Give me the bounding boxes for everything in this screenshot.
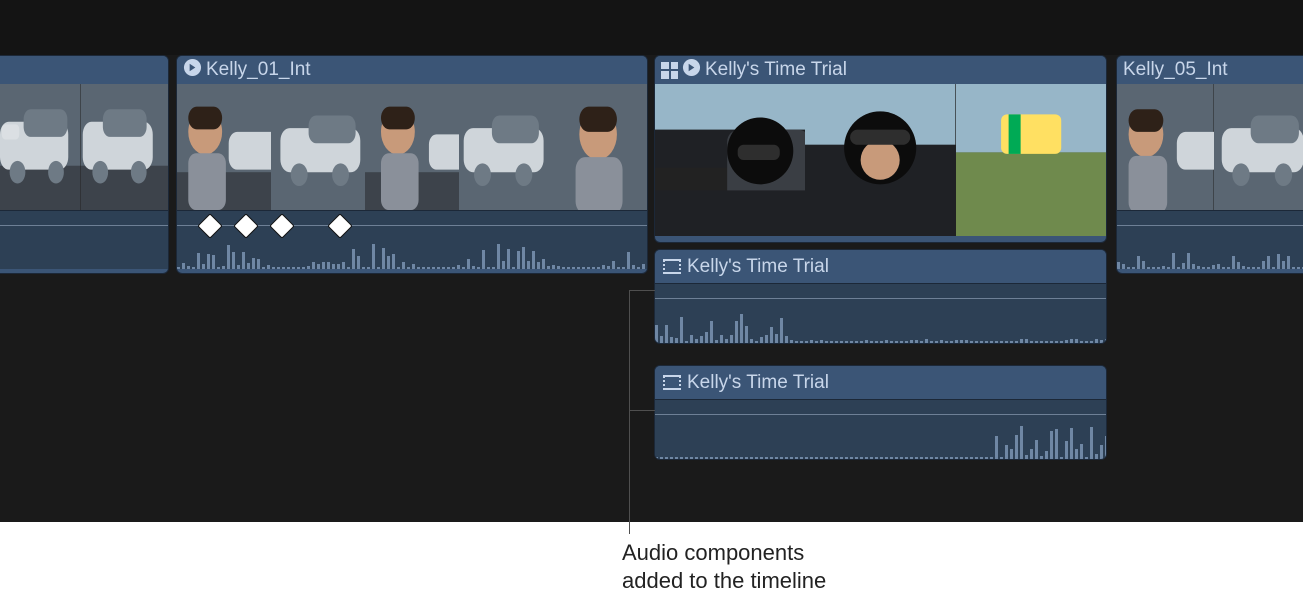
clip-thumbnails (177, 84, 647, 210)
timeline-clip[interactable]: Kelly_01_Int (176, 55, 648, 274)
thumbnail (271, 84, 365, 210)
audio-level-line[interactable] (1117, 225, 1303, 226)
audio-component-clip[interactable]: Kelly's Time Trial (654, 249, 1107, 344)
timeline-top-spacer (0, 0, 1303, 55)
clip-thumbnails (655, 84, 1106, 236)
clip-label: Kelly's Time Trial (687, 256, 829, 278)
audio-waveform (177, 233, 647, 269)
audio-level-line[interactable] (655, 298, 1106, 299)
clip-audio-lane[interactable] (655, 399, 1106, 459)
clip-header: Kelly's Time Trial (655, 56, 1106, 84)
filmstrip-icon (663, 259, 681, 274)
annotation-leader-line (629, 410, 655, 411)
thumbnail (81, 84, 169, 210)
annotation-leader-line (629, 290, 655, 291)
multicam-angle-icon (682, 58, 701, 83)
annotation-line: Audio components (622, 540, 804, 565)
clip-header: Kelly's Time Trial (655, 366, 1106, 399)
filmstrip-icon (663, 375, 681, 390)
thumbnail (1214, 84, 1303, 210)
annotation-text: Audio components added to the timeline (622, 539, 826, 594)
clip-audio-lane[interactable] (1117, 210, 1303, 269)
multicam-angle-icon (183, 58, 202, 83)
thumbnail (459, 84, 553, 210)
clip-header: Kelly_01_Int (177, 56, 647, 84)
multicam-icon (661, 62, 678, 79)
clip-thumbnails (1117, 84, 1303, 210)
annotation-leader-line (629, 290, 630, 534)
thumbnail (177, 84, 271, 210)
thumbnail (1117, 84, 1214, 210)
clip-header: Kelly's Time Trial (655, 250, 1106, 283)
clip-label: Kelly's Time Trial (687, 372, 829, 394)
thumbnail (805, 84, 955, 236)
clip-label: Kelly_01_Int (206, 59, 311, 81)
thumbnail (0, 84, 81, 210)
clip-thumbnails (0, 84, 168, 210)
thumbnail (956, 84, 1106, 236)
clip-audio-lane[interactable] (0, 210, 168, 269)
clip-label: Kelly's Time Trial (705, 59, 847, 81)
audio-waveform (655, 307, 1106, 343)
clip-header: Kelly_05_Int (1117, 56, 1303, 84)
timeline-clip[interactable] (0, 55, 169, 274)
thumbnail (365, 84, 459, 210)
annotation-line: added to the timeline (622, 568, 826, 593)
audio-level-line[interactable] (655, 414, 1106, 415)
clip-audio-lane[interactable] (177, 210, 647, 269)
thumbnail (655, 84, 805, 236)
timeline-panel[interactable]: Kelly_01_Int (0, 0, 1303, 522)
thumbnail (553, 84, 647, 210)
audio-component-clip[interactable]: Kelly's Time Trial (654, 365, 1107, 460)
audio-level-line[interactable] (0, 225, 168, 226)
audio-waveform (1117, 233, 1303, 269)
clip-label: Kelly_05_Int (1123, 59, 1228, 81)
clip-header (0, 56, 168, 84)
audio-waveform (0, 233, 168, 269)
timeline-clip-compound[interactable]: Kelly's Time Trial (654, 55, 1107, 243)
timeline-clip[interactable]: Kelly_05_Int (1116, 55, 1303, 274)
clip-audio-lane[interactable] (655, 283, 1106, 343)
audio-waveform (655, 423, 1106, 459)
